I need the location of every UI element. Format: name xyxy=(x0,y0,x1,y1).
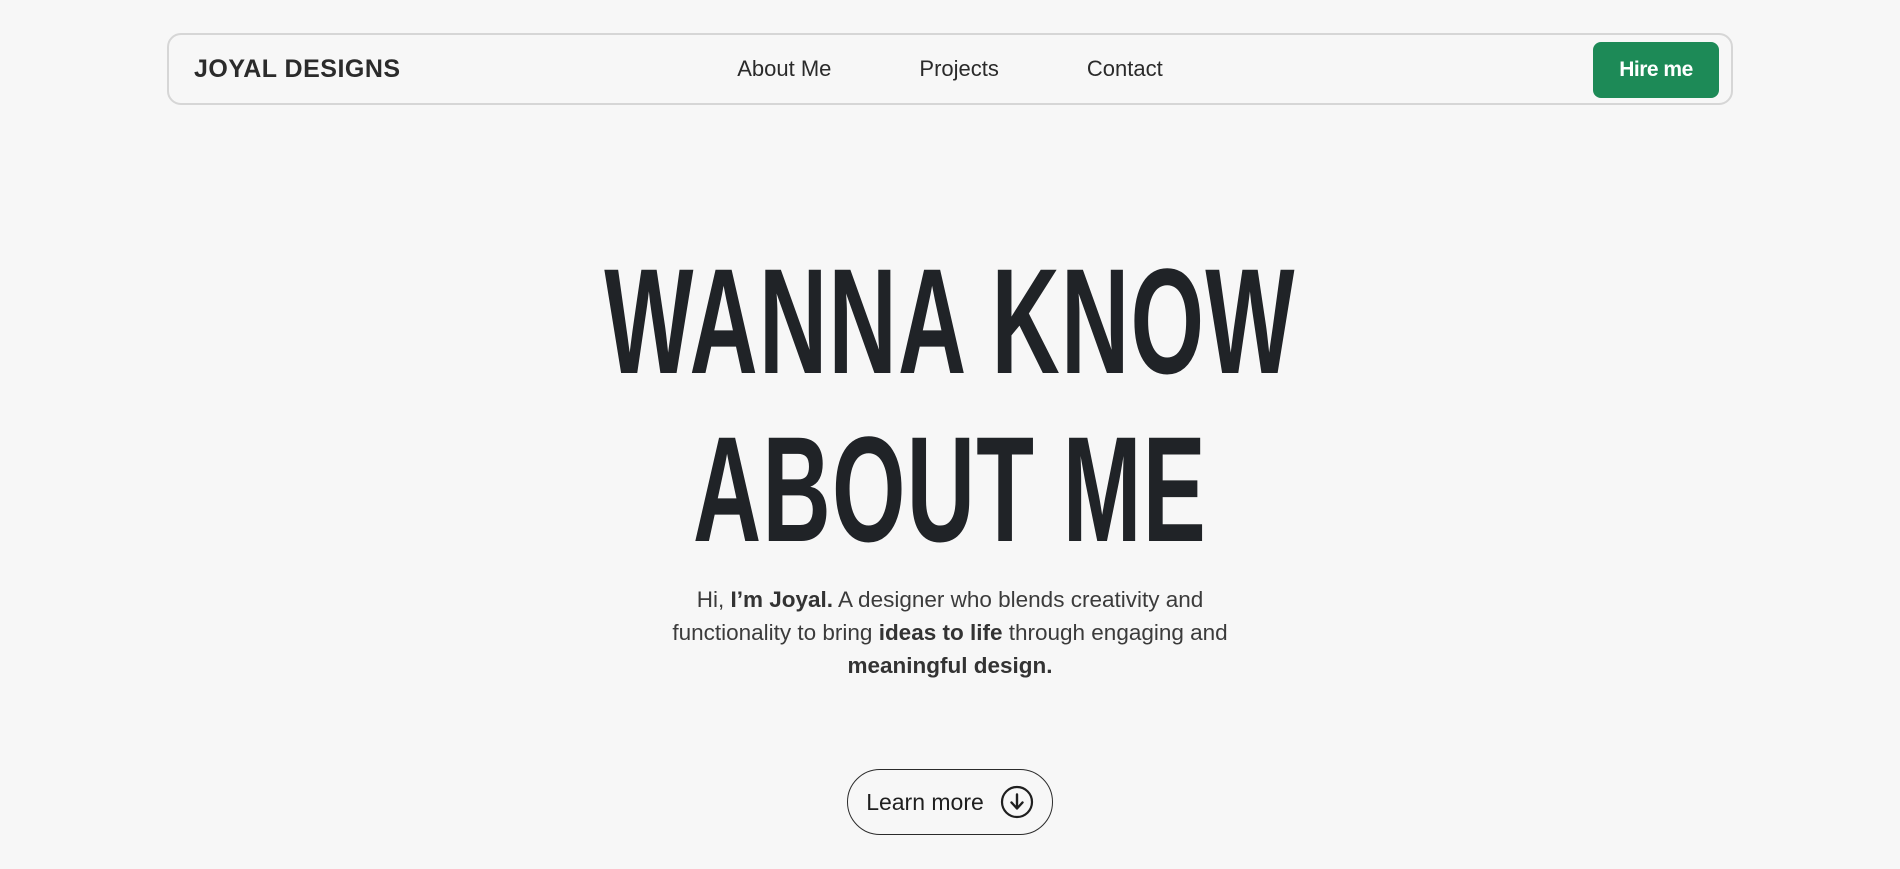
arrow-down-circle-icon xyxy=(1000,785,1034,819)
hero-title-line-1: WANNA KNOW xyxy=(604,237,1296,405)
nav-link-about-me[interactable]: About Me xyxy=(737,56,831,82)
nav-links: About Me Projects Contact xyxy=(169,35,1731,103)
nav-link-projects[interactable]: Projects xyxy=(919,56,998,82)
hero-title: WANNA KNOW ABOUT ME xyxy=(352,237,1549,573)
desc-bold-design: meaningful design. xyxy=(847,653,1053,678)
hero-description: Hi, I’m Joyal. A designer who blends cre… xyxy=(640,583,1260,682)
learn-more-button[interactable]: Learn more xyxy=(847,769,1053,835)
desc-text-3: through engaging and xyxy=(1002,620,1228,645)
top-navbar: JOYAL DESIGNS About Me Projects Contact … xyxy=(167,33,1733,105)
hero-title-line-2: ABOUT ME xyxy=(692,405,1208,573)
desc-bold-ideas: ideas to life xyxy=(878,620,1003,645)
hire-me-button[interactable]: Hire me xyxy=(1593,42,1719,98)
desc-bold-name: I’m Joyal. xyxy=(730,587,834,612)
brand-logo[interactable]: JOYAL DESIGNS xyxy=(194,35,401,103)
desc-text-1: Hi, xyxy=(696,587,731,612)
learn-more-label: Learn more xyxy=(866,788,984,815)
nav-link-contact[interactable]: Contact xyxy=(1087,56,1163,82)
